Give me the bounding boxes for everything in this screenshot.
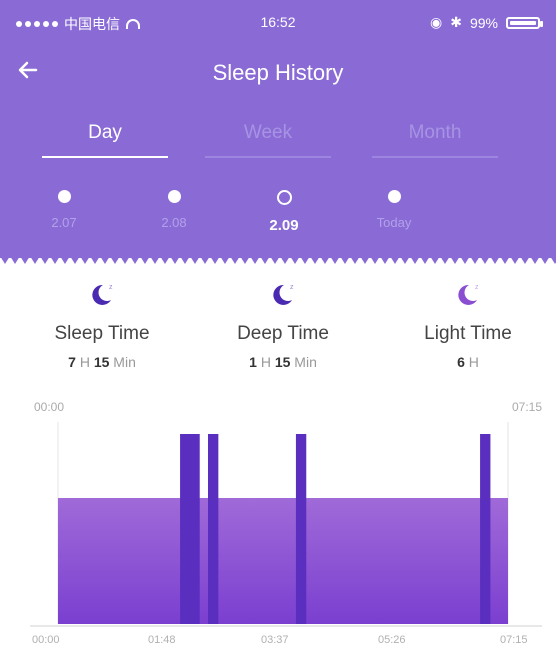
zigzag-edge	[0, 256, 556, 264]
bluetooth-icon: ✱	[450, 14, 462, 30]
tab-day[interactable]: Day	[42, 122, 168, 158]
stat-title: Light Time	[424, 323, 512, 344]
deep-sleep-bar	[208, 434, 219, 624]
day-label: 2.09	[269, 217, 299, 234]
tab-month-label: Month	[408, 122, 462, 143]
x-tick-label: 01:48	[148, 634, 176, 646]
day-item-today[interactable]: Today	[354, 190, 434, 230]
stat-value: 7 H 15 Min	[68, 354, 136, 370]
deep-sleep-bar	[295, 434, 307, 624]
header-panel: 中国电信 16:52 ◉ ✱ 99% Sleep History Day Wee…	[0, 0, 556, 258]
day-item-2-07[interactable]: 2.07	[24, 190, 104, 230]
day-selected-ring-icon	[276, 190, 292, 205]
day-selector: 2.07 2.08 2.09 Today	[0, 190, 556, 240]
stat-title: Deep Time	[237, 323, 329, 344]
x-tick-label: 07:15	[500, 634, 528, 646]
tab-day-underline	[42, 156, 168, 158]
page-title: Sleep History	[212, 60, 344, 85]
location-icon: ◉	[430, 14, 443, 30]
status-bar: 中国电信 16:52 ◉ ✱ 99%	[0, 0, 556, 44]
tab-month[interactable]: Month	[372, 122, 498, 158]
x-tick-label: 05:26	[378, 634, 406, 646]
day-label: Today	[376, 215, 412, 230]
day-item-2-08[interactable]: 2.08	[134, 190, 214, 230]
navigation-bar: Sleep History	[0, 44, 556, 100]
day-label: 2.07	[51, 215, 77, 230]
tab-week-underline	[205, 156, 331, 158]
stat-light-time: z Light Time 6 H	[388, 280, 548, 370]
svg-text:z: z	[290, 284, 294, 291]
svg-text:z: z	[109, 284, 113, 291]
tab-day-label: Day	[88, 122, 122, 143]
deep-sleep-bar	[480, 434, 491, 624]
day-dot-icon	[387, 190, 401, 203]
stat-title: Sleep Time	[54, 323, 150, 344]
x-tick-label: 03:37	[261, 634, 289, 646]
light-sleep-bar	[58, 498, 508, 624]
battery-label: 99%	[469, 14, 498, 31]
period-tabs: Day Week Month	[0, 122, 556, 168]
moon-icon: z	[458, 284, 479, 305]
tab-month-underline	[372, 156, 498, 158]
stat-deep-time: z Deep Time 1 H 15 Min	[203, 280, 363, 370]
moon-icon: z	[92, 284, 113, 305]
zigzag-divider	[0, 256, 556, 264]
day-dot-icon	[167, 190, 181, 203]
stat-value: 6 H	[457, 354, 479, 370]
sleep-stats: z Sleep Time 7 H 15 Min z Deep Time 1 H …	[0, 280, 556, 380]
sleep-chart: 00:00 07:15 00:00 01:48 03:37 05:26 07:1…	[30, 394, 542, 656]
battery-icon	[506, 16, 543, 29]
x-tick-label: 00:00	[32, 634, 60, 646]
day-item-2-09[interactable]: 2.09	[244, 190, 324, 234]
svg-text:z: z	[475, 284, 479, 291]
sleep-chart-svg	[30, 422, 542, 627]
tab-week[interactable]: Week	[205, 122, 331, 158]
day-label: 2.08	[161, 215, 187, 230]
moon-icon: z	[273, 284, 294, 305]
deep-sleep-bar	[180, 434, 200, 624]
stat-sleep-time: z Sleep Time 7 H 15 Min	[22, 280, 182, 370]
status-right: ◉ ✱ 99%	[430, 14, 543, 31]
stat-value: 1 H 15 Min	[249, 354, 317, 370]
day-dot-icon	[57, 190, 71, 203]
tab-week-label: Week	[243, 122, 293, 143]
